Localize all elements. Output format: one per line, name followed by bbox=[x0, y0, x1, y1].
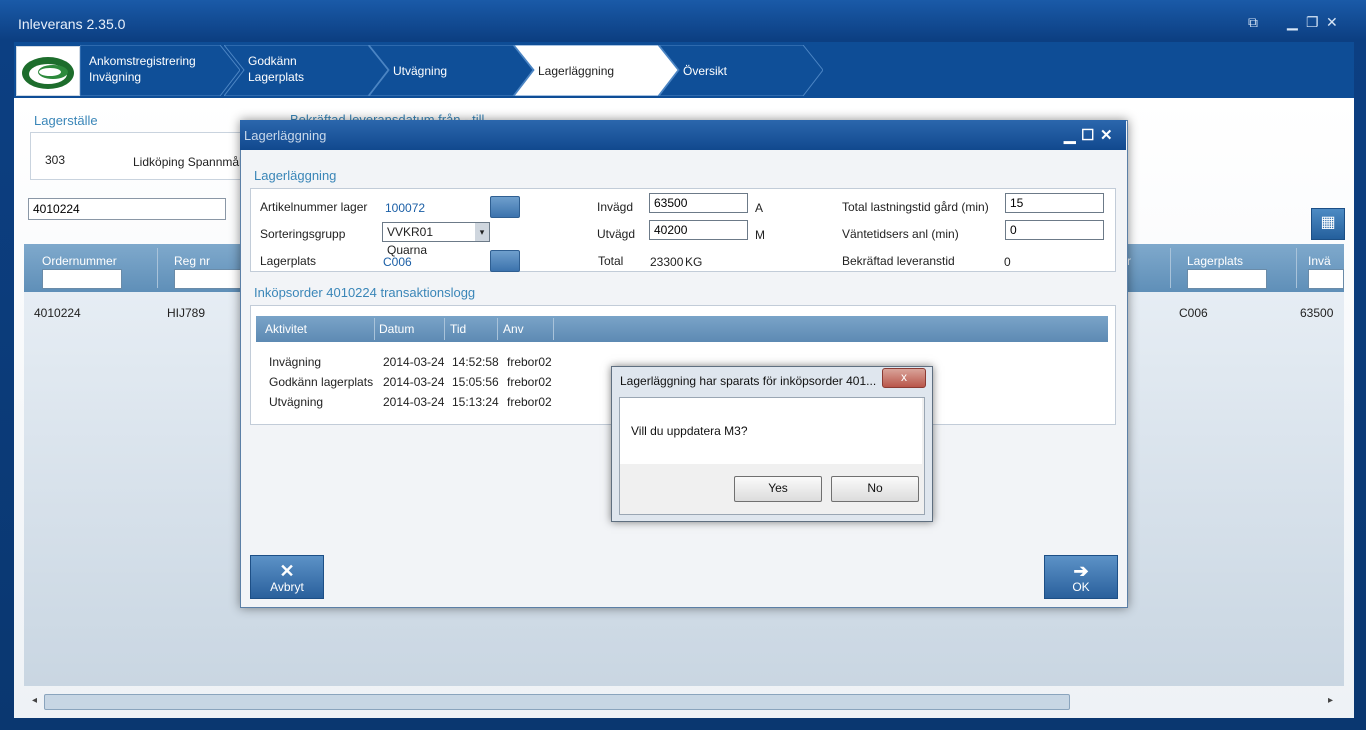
utvagd-label: Utvägd bbox=[597, 227, 636, 241]
close-icon: x bbox=[901, 370, 907, 384]
invagd-label: Invägd bbox=[597, 200, 634, 214]
column-divider bbox=[374, 318, 375, 340]
wizard-step-lagerlaggning[interactable]: Lagerläggning bbox=[514, 45, 678, 96]
column-reg-nr[interactable]: Reg nr bbox=[174, 254, 210, 268]
log-row-anv: frebor02 bbox=[507, 355, 552, 369]
log-row-datum: 2014-03-24 bbox=[383, 355, 445, 369]
log-column-anv[interactable]: Anv bbox=[503, 322, 524, 336]
total-unit: KG bbox=[685, 255, 703, 269]
sortering-selected-value: VVKR01 Quarna bbox=[387, 225, 434, 257]
lastningstid-input[interactable] bbox=[1005, 193, 1104, 213]
cell-invagt[interactable]: 63500 bbox=[1300, 306, 1333, 320]
lagerstalle-name: Lidköping Spannmål bbox=[133, 155, 240, 169]
column-divider bbox=[444, 318, 445, 340]
dialog-section-title: Lagerläggning bbox=[254, 168, 337, 183]
dialog-minimize-icon[interactable]: ▁ bbox=[1064, 126, 1076, 144]
log-row-aktivitet: Godkänn lagerplats bbox=[269, 375, 374, 389]
order-search-input[interactable] bbox=[28, 198, 226, 220]
log-row-aktivitet: Utvägning bbox=[269, 395, 324, 409]
artikelnummer-value[interactable]: 100072 bbox=[385, 201, 425, 215]
column-divider bbox=[157, 248, 158, 288]
log-row-tid: 15:13:24 bbox=[452, 395, 499, 409]
column-ordernummer[interactable]: Ordernummer bbox=[42, 254, 117, 268]
log-row-datum: 2014-03-24 bbox=[383, 375, 445, 389]
vantetid-label: Väntetidsers anl (min) bbox=[842, 227, 959, 241]
filter-ordernummer[interactable] bbox=[42, 269, 122, 289]
invagd-suffix: A bbox=[755, 201, 764, 215]
scroll-right-icon[interactable]: ▸ bbox=[1328, 695, 1333, 706]
log-row-aktivitet: Invägning bbox=[269, 355, 322, 369]
bekraftad-label: Bekräftad leveranstid bbox=[842, 254, 955, 268]
company-logo bbox=[16, 46, 80, 96]
sortering-select[interactable]: VVKR01 Quarna ▾ bbox=[382, 222, 490, 257]
sortering-label: Sorteringsgrupp bbox=[260, 227, 346, 241]
log-row-tid: 15:05:56 bbox=[452, 375, 499, 389]
dialog-titlebar bbox=[240, 120, 1126, 150]
column-divider bbox=[1170, 248, 1171, 288]
cell-ordernummer[interactable]: 4010224 bbox=[34, 306, 81, 320]
utvagd-suffix: M bbox=[755, 228, 765, 242]
total-label: Total bbox=[598, 254, 624, 268]
log-row-anv: frebor02 bbox=[507, 375, 552, 389]
utvagd-input[interactable] bbox=[649, 220, 748, 240]
cancel-button-label: Avbryt bbox=[270, 580, 304, 594]
close-icon[interactable]: ✕ bbox=[1326, 14, 1338, 31]
restore-window-icon[interactable]: ⧉ bbox=[1248, 14, 1258, 31]
bekraftad-value: 0 bbox=[1004, 255, 1011, 269]
filter-lagerplats[interactable] bbox=[1187, 269, 1267, 289]
dialog-close-icon[interactable]: ✕ bbox=[1100, 126, 1113, 144]
message-box-close-button[interactable]: x bbox=[882, 368, 926, 388]
app-title: Inleverans 2.35.0 bbox=[18, 16, 126, 32]
wizard-step-ankomst[interactable]: Ankomstregistrering Invägning bbox=[80, 45, 240, 96]
chevron-down-icon: ▾ bbox=[475, 223, 489, 241]
artikelnummer-label: Artikelnummer lager bbox=[260, 200, 368, 214]
total-value: 23300 bbox=[650, 255, 684, 269]
log-row-datum: 2014-03-24 bbox=[383, 395, 445, 409]
artikelnummer-picker-button[interactable] bbox=[490, 196, 520, 218]
ok-button[interactable]: ➔ OK bbox=[1044, 555, 1118, 599]
horizontal-scrollbar[interactable] bbox=[44, 694, 1070, 710]
ok-button-label: OK bbox=[1072, 580, 1090, 594]
no-button[interactable]: No bbox=[831, 476, 919, 502]
dialog-maximize-icon[interactable]: ☐ bbox=[1081, 126, 1094, 144]
lagerplats-value[interactable]: C006 bbox=[383, 255, 412, 269]
wizard-step-oversikt[interactable]: Översikt bbox=[659, 45, 823, 96]
cancel-button[interactable]: ✕ Avbryt bbox=[250, 555, 324, 599]
calculator-icon: ▦ bbox=[1320, 214, 1336, 231]
message-box-text: Vill du uppdatera M3? bbox=[631, 424, 748, 438]
arrow-right-icon: ➔ bbox=[1073, 561, 1089, 581]
maximize-icon[interactable]: ❐ bbox=[1306, 14, 1319, 31]
dialog-title: Lagerläggning bbox=[244, 128, 327, 143]
log-title: Inköpsorder 4010224 transaktionslogg bbox=[254, 285, 476, 300]
log-row-tid: 14:52:58 bbox=[452, 355, 499, 369]
filter-invagt[interactable] bbox=[1308, 269, 1344, 289]
column-divider bbox=[497, 318, 498, 340]
scroll-left-icon[interactable]: ◂ bbox=[32, 695, 37, 706]
log-row-anv: frebor02 bbox=[507, 395, 552, 409]
log-column-aktivitet[interactable]: Aktivitet bbox=[265, 322, 307, 336]
calculator-button[interactable]: ▦ bbox=[1311, 208, 1345, 240]
lagerplats-picker-button[interactable] bbox=[490, 250, 520, 272]
close-icon: ✕ bbox=[279, 561, 295, 581]
minimize-icon[interactable]: ▁ bbox=[1287, 14, 1298, 31]
message-box-title: Lagerläggning har sparats för inköpsorde… bbox=[620, 374, 877, 388]
column-divider bbox=[1296, 248, 1297, 288]
lagerplats-label: Lagerplats bbox=[260, 254, 317, 268]
filter-reg-nr[interactable] bbox=[174, 269, 242, 289]
log-column-tid[interactable]: Tid bbox=[450, 322, 466, 336]
cell-reg-nr[interactable]: HIJ789 bbox=[167, 306, 205, 320]
yes-button[interactable]: Yes bbox=[734, 476, 822, 502]
column-lagerplats[interactable]: Lagerplats bbox=[1187, 254, 1243, 268]
lagerstalle-code: 303 bbox=[45, 153, 66, 167]
log-column-datum[interactable]: Datum bbox=[379, 322, 414, 336]
lagerstalle-label: Lagerställe bbox=[34, 113, 98, 128]
wizard-step-godkann[interactable]: Godkänn Lagerplats bbox=[224, 45, 388, 96]
lastningstid-label: Total lastningstid gård (min) bbox=[842, 200, 989, 214]
column-invagt[interactable]: Invä bbox=[1308, 254, 1331, 268]
cell-lagerplats[interactable]: C006 bbox=[1179, 306, 1208, 320]
wizard-step-utvagning[interactable]: Utvägning bbox=[369, 45, 533, 96]
vantetid-input[interactable] bbox=[1005, 220, 1104, 240]
invagd-input[interactable] bbox=[649, 193, 748, 213]
column-divider bbox=[553, 318, 554, 340]
